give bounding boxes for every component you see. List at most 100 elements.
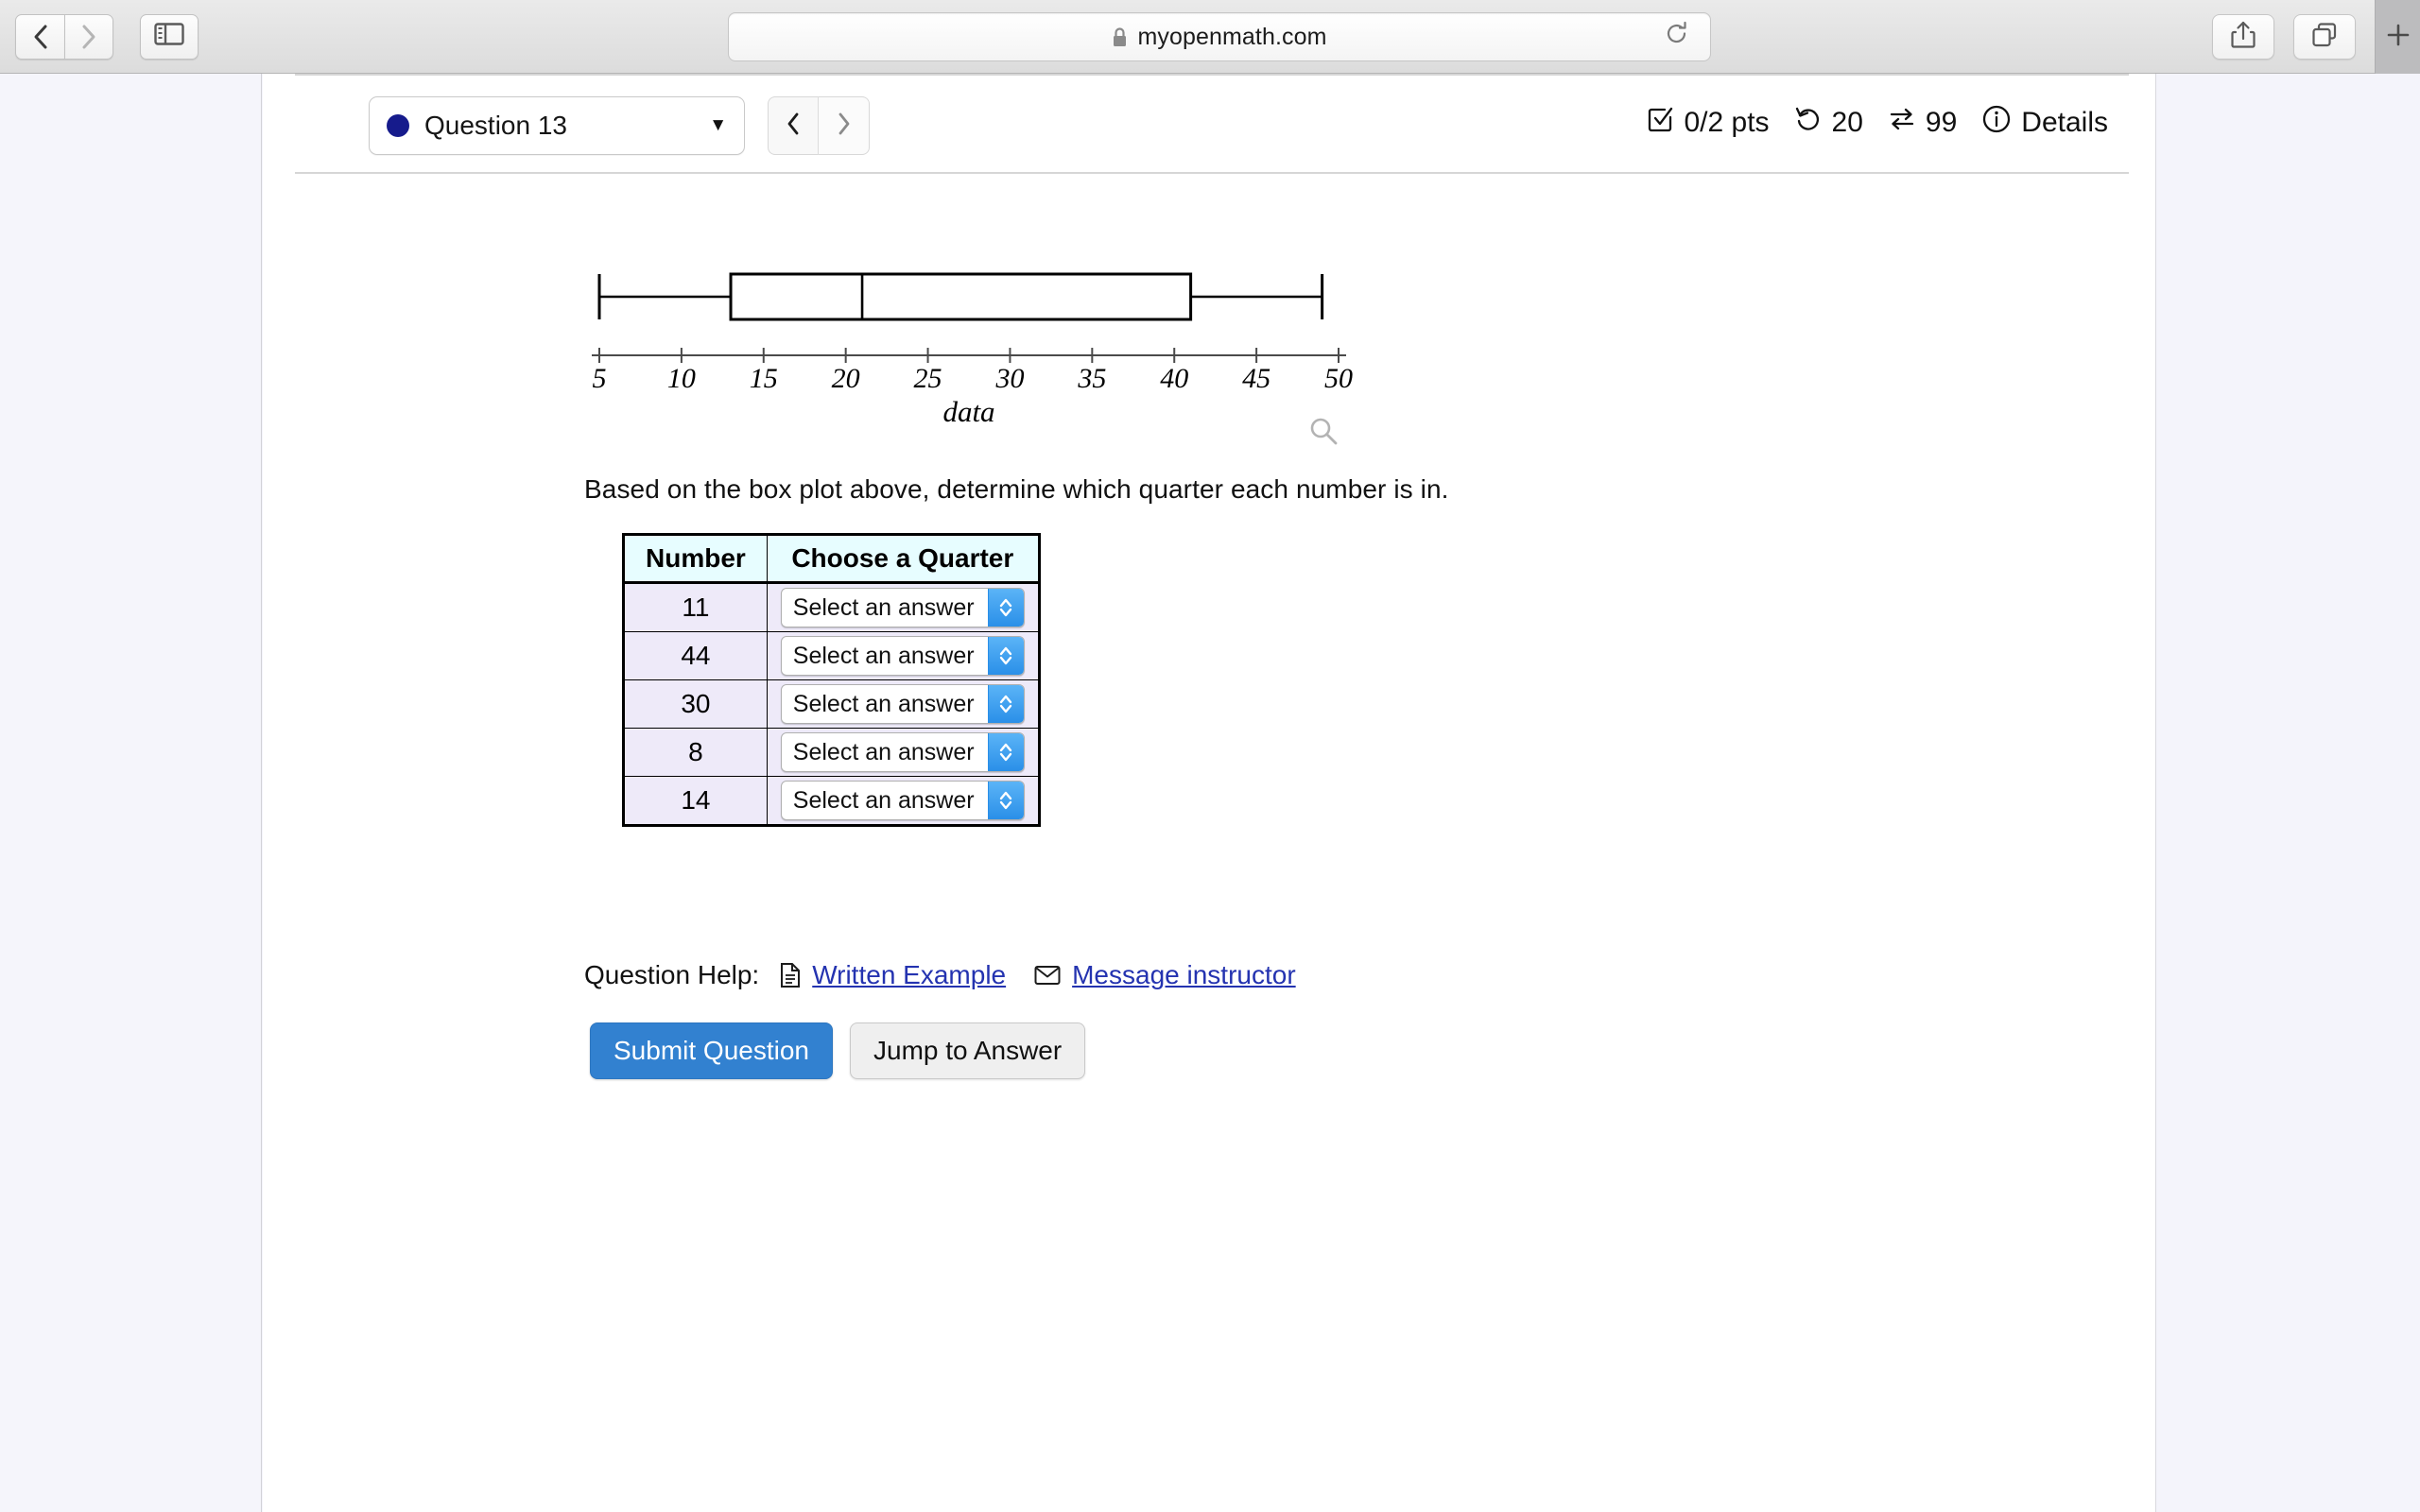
table-row: 44 Select an answer [623,631,1040,680]
browser-toolbar: myopenmath.com [0,0,2420,74]
x-axis-tick-label: 30 [994,363,1024,394]
stat-points-label: 0/2 pts [1684,107,1770,138]
stat-versions: 99 [1888,105,1957,141]
chevron-updown-icon [987,685,1024,723]
x-axis-tick-label: 10 [667,363,696,394]
stat-attempts-label: 20 [1831,107,1863,138]
quarter-select[interactable]: Select an answer [780,684,1025,724]
cell-quarter-select: Select an answer [766,582,1040,632]
cell-number: 11 [623,582,768,632]
cell-number: 44 [623,631,768,680]
details-label: Details [2021,107,2108,138]
share-button[interactable] [2212,14,2274,60]
address-bar[interactable]: myopenmath.com [728,12,1711,61]
chevron-left-icon [31,23,50,51]
quarter-table: Number Choose a Quarter 11 Select an answ… [622,533,1041,827]
tab-overview-button[interactable] [2293,14,2356,60]
x-axis-tick-label: 25 [914,363,942,394]
left-margin-rail [0,74,262,1512]
info-icon [1981,104,2012,142]
question-status-dot [387,114,409,137]
retry-icon [1794,105,1823,141]
question-selector[interactable]: Question 13 ▼ [369,96,745,155]
x-axis-tick-label: 15 [750,363,778,394]
submit-question-button[interactable]: Submit Question [590,1022,833,1079]
box-plot-figure: 5 10 15 20 25 30 35 40 45 50 data [582,253,1357,428]
quarter-select-value: Select an answer [792,786,975,814]
header-divider-top [295,74,2129,76]
box-plot-svg: 5 10 15 20 25 30 35 40 45 50 data [592,272,1353,428]
cell-number: 14 [623,776,768,826]
x-axis-label: data [942,395,994,423]
column-header-number: Number [623,534,768,583]
page-viewport: Question 13 ▼ 0/2 pts 20 99 Details 5 10… [0,74,2420,1512]
cell-number: 8 [623,728,768,777]
table-row: 14 Select an answer [623,776,1040,826]
lock-icon [1112,26,1128,48]
quarter-table-head: Number Choose a Quarter [623,534,1040,583]
chevron-updown-icon [987,782,1024,819]
x-axis-tick-label: 35 [1077,363,1106,394]
quarter-select[interactable]: Select an answer [780,588,1025,627]
right-margin-rail [2157,74,2420,1512]
quarter-select-value: Select an answer [792,642,975,669]
chevron-left-icon [786,112,801,141]
action-buttons: Submit Question Jump to Answer [590,1022,1086,1079]
forward-button[interactable] [64,13,113,60]
question-nav-group [768,96,870,155]
quarter-select[interactable]: Select an answer [780,732,1025,772]
quarter-select-value: Select an answer [792,593,975,621]
table-row: 8 Select an answer [623,728,1040,777]
quarter-select-value: Select an answer [792,738,975,765]
x-axis-tick-label: 50 [1324,363,1353,394]
browser-nav-group [0,13,199,60]
quarter-select[interactable]: Select an answer [780,636,1025,676]
sidebar-toggle-button[interactable] [140,13,199,60]
cell-number: 30 [623,679,768,729]
new-tab-button[interactable] [2375,0,2420,74]
tab-overview-icon [2311,22,2338,53]
column-header-quarter: Choose a Quarter [766,534,1040,583]
checkbox-icon [1646,105,1674,141]
chevron-right-icon [79,23,98,51]
message-instructor-label: Message instructor [1072,960,1296,989]
history-nav-group [15,13,113,60]
browser-actions [2212,0,2420,74]
header-divider-bottom [295,172,2129,174]
message-instructor-link[interactable]: Message instructor [1034,960,1296,990]
share-icon [2231,21,2256,54]
next-question-button[interactable] [819,96,870,155]
question-content-area: Question 13 ▼ 0/2 pts 20 99 Details 5 10… [263,74,2156,1512]
reload-icon[interactable] [1665,21,1689,53]
cell-quarter-select: Select an answer [766,631,1040,680]
swap-icon [1888,105,1916,141]
stat-versions-label: 99 [1925,107,1958,138]
previous-question-button[interactable] [768,96,819,155]
document-icon [780,962,801,988]
quarter-table-body: 11 Select an answer 44 Select an answer 30 Se… [623,582,1040,826]
stat-attempts: 20 [1794,105,1863,141]
question-help-label: Question Help: [584,960,760,989]
stat-points: 0/2 pts [1646,105,1770,141]
details-button[interactable]: Details [1981,104,2108,142]
chevron-down-icon: ▼ [709,115,727,135]
chevron-updown-icon [987,589,1024,627]
cell-quarter-select: Select an answer [766,776,1040,826]
envelope-icon [1034,964,1061,987]
written-example-link[interactable]: Written Example [780,960,1006,990]
question-help: Question Help: Written Example Message i… [584,960,1324,990]
question-stats: 0/2 pts 20 99 Details [1646,104,2108,142]
zoom-icon[interactable] [1307,416,1340,453]
cell-quarter-select: Select an answer [766,728,1040,777]
jump-to-answer-button[interactable]: Jump to Answer [850,1022,1086,1079]
url-text: myopenmath.com [1137,23,1327,50]
table-header-row: Number Choose a Quarter [623,534,1040,583]
question-header: Question 13 ▼ 0/2 pts 20 99 Details [295,87,2129,170]
table-row: 30 Select an answer [623,679,1040,729]
chevron-updown-icon [987,733,1024,771]
x-axis-tick-label: 45 [1242,363,1270,394]
back-button[interactable] [15,13,64,60]
written-example-label: Written Example [812,960,1007,989]
quarter-select[interactable]: Select an answer [780,781,1025,820]
cell-quarter-select: Select an answer [766,679,1040,729]
